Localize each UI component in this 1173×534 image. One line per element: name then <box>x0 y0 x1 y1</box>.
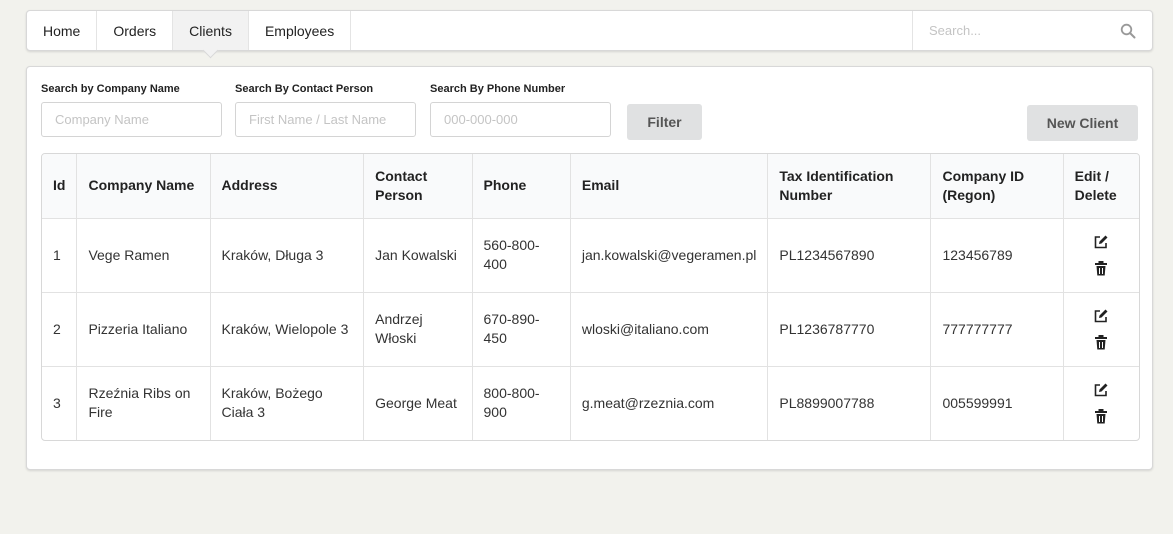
trash-icon[interactable] <box>1093 334 1109 350</box>
cell-email: g.meat@rzeznia.com <box>570 365 769 440</box>
cell-tax-id: PL8899007788 <box>767 365 932 440</box>
new-client-button[interactable]: New Client <box>1027 105 1138 141</box>
cell-tax-id: PL1234567890 <box>767 218 932 292</box>
clients-table-wrapper: Id Company Name Address Contact Person P… <box>41 153 1140 441</box>
contact-filter-label: Search By Contact Person <box>235 83 374 95</box>
top-menu: Home Orders Clients Employees <box>26 10 1153 51</box>
cell-email: wloski@italiano.com <box>570 291 769 366</box>
cell-contact-person: Jan Kowalski <box>363 218 473 292</box>
clients-panel: Search by Company Name Search By Contact… <box>26 66 1153 470</box>
edit-icon[interactable] <box>1093 308 1109 324</box>
table-row: 3 Rzeźnia Ribs on Fire Kraków, Bożego Ci… <box>42 365 1139 440</box>
header-address: Address <box>210 154 365 219</box>
header-contact-person: Contact Person <box>363 154 473 219</box>
header-id: Id <box>42 154 78 219</box>
table-header-row: Id Company Name Address Contact Person P… <box>42 154 1139 219</box>
header-tax-id: Tax Identification Number <box>767 154 932 219</box>
header-company-name: Company Name <box>76 154 211 219</box>
header-email: Email <box>570 154 769 219</box>
cell-id: 1 <box>42 218 78 292</box>
cell-company-id: 005599991 <box>930 365 1064 440</box>
header-company-id: Company ID (Regon) <box>930 154 1064 219</box>
table-row: 1 Vege Ramen Kraków, Długa 3 Jan Kowalsk… <box>42 218 1139 292</box>
header-phone: Phone <box>472 154 571 219</box>
menu-item-employees[interactable]: Employees <box>249 11 352 50</box>
global-search-input[interactable] <box>913 23 1120 38</box>
cell-phone: 670-890-450 <box>472 291 571 366</box>
company-filter-label: Search by Company Name <box>41 83 180 95</box>
company-name-input[interactable] <box>41 102 222 137</box>
cell-company-id: 777777777 <box>930 291 1064 366</box>
cell-address: Kraków, Długa 3 <box>210 218 365 292</box>
filter-button[interactable]: Filter <box>627 104 702 140</box>
menu-item-home[interactable]: Home <box>27 11 98 50</box>
cell-phone: 560-800-400 <box>472 218 571 292</box>
cell-email: jan.kowalski@vegeramen.pl <box>570 218 769 292</box>
table-row: 2 Pizzeria Italiano Kraków, Wielopole 3 … <box>42 291 1139 366</box>
trash-icon[interactable] <box>1093 260 1109 276</box>
contact-filter: Search By Contact Person <box>235 83 416 137</box>
edit-icon[interactable] <box>1093 382 1109 398</box>
cell-actions <box>1063 291 1139 366</box>
cell-company-name: Vege Ramen <box>76 218 211 292</box>
cell-company-name: Rzeźnia Ribs on Fire <box>76 365 211 440</box>
clients-table: Id Company Name Address Contact Person P… <box>42 154 1139 440</box>
menu-search <box>912 11 1152 50</box>
cell-actions <box>1063 365 1139 440</box>
trash-icon[interactable] <box>1093 408 1109 424</box>
cell-id: 2 <box>42 291 78 366</box>
edit-icon[interactable] <box>1093 234 1109 250</box>
cell-phone: 800-800-900 <box>472 365 571 440</box>
phone-filter-label: Search By Phone Number <box>430 83 566 95</box>
cell-address: Kraków, Wielopole 3 <box>210 291 365 366</box>
company-filter: Search by Company Name <box>41 83 222 137</box>
menu-item-orders[interactable]: Orders <box>97 11 174 50</box>
cell-company-id: 123456789 <box>930 218 1064 292</box>
cell-address: Kraków, Bożego Ciała 3 <box>210 365 365 440</box>
cell-contact-person: George Meat <box>363 365 473 440</box>
search-icon[interactable] <box>1120 23 1136 39</box>
cell-company-name: Pizzeria Italiano <box>76 291 211 366</box>
phone-number-input[interactable] <box>430 102 611 137</box>
cell-actions <box>1063 218 1139 292</box>
contact-person-input[interactable] <box>235 102 416 137</box>
cell-id: 3 <box>42 365 78 440</box>
menu-item-clients[interactable]: Clients <box>173 11 249 50</box>
phone-filter: Search By Phone Number <box>430 83 611 137</box>
cell-contact-person: Andrzej Włoski <box>363 291 473 366</box>
menu-spacer <box>351 11 912 50</box>
cell-tax-id: PL1236787770 <box>767 291 932 366</box>
header-edit-delete: Edit / Delete <box>1063 154 1139 219</box>
